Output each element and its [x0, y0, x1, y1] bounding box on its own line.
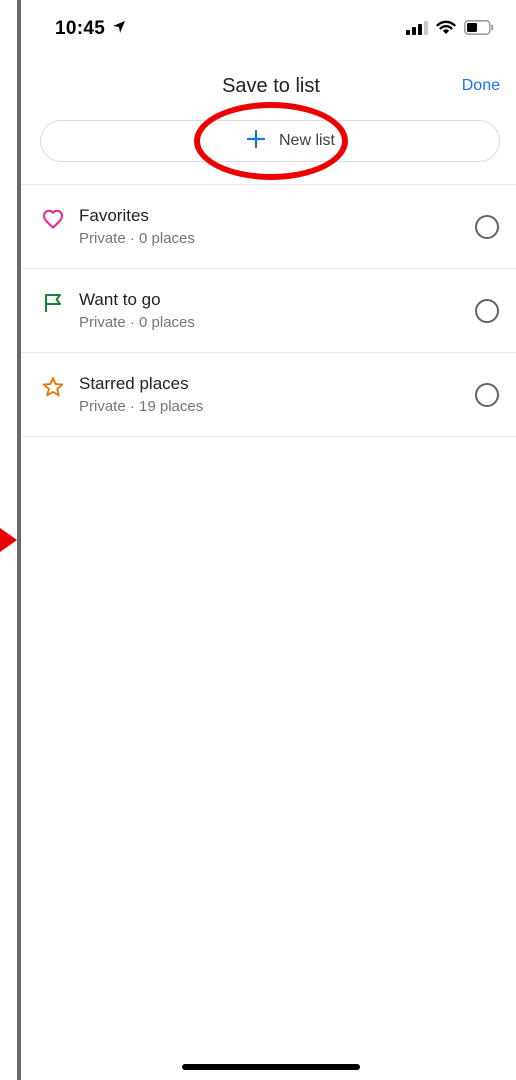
- select-radio[interactable]: [475, 383, 499, 407]
- annotation-arrow-icon: [0, 528, 17, 552]
- list-item-title: Favorites: [79, 206, 149, 225]
- home-indicator[interactable]: [182, 1064, 360, 1070]
- list-item-want-to-go[interactable]: Want to go Private · 0 places: [21, 269, 516, 353]
- flag-icon: [41, 291, 65, 315]
- new-list-label: New list: [278, 132, 335, 149]
- left-edge-line: [17, 0, 21, 1080]
- wifi-icon: [436, 20, 456, 40]
- new-list-content: New list: [41, 121, 499, 161]
- battery-icon: [464, 20, 494, 40]
- star-icon: [41, 375, 65, 399]
- heart-icon: [41, 207, 65, 231]
- cellular-signal-icon: [406, 20, 428, 40]
- list-item-subtitle: Private · 19 places: [79, 398, 204, 415]
- status-indicators: [406, 20, 494, 40]
- list-item-subtitle: Private · 0 places: [79, 230, 195, 247]
- select-radio[interactable]: [475, 215, 499, 239]
- page-title: Save to list: [222, 75, 320, 97]
- list-item-subtitle: Private · 0 places: [79, 314, 195, 331]
- location-arrow-icon: [112, 20, 126, 39]
- done-button[interactable]: Done: [462, 77, 500, 95]
- new-list-button[interactable]: New list: [40, 120, 500, 162]
- plus-icon: [246, 129, 266, 153]
- list-item-starred-places[interactable]: Starred places Private · 19 places: [21, 353, 516, 437]
- save-to-list-screen: 10:45 Save to list Done New list Favorit…: [0, 0, 516, 1080]
- list-item-favorites[interactable]: Favorites Private · 0 places: [21, 185, 516, 269]
- list-item-title: Want to go: [79, 290, 161, 309]
- divider: [21, 436, 516, 437]
- select-radio[interactable]: [475, 299, 499, 323]
- list-item-title: Starred places: [79, 374, 189, 393]
- status-time: 10:45: [55, 18, 106, 39]
